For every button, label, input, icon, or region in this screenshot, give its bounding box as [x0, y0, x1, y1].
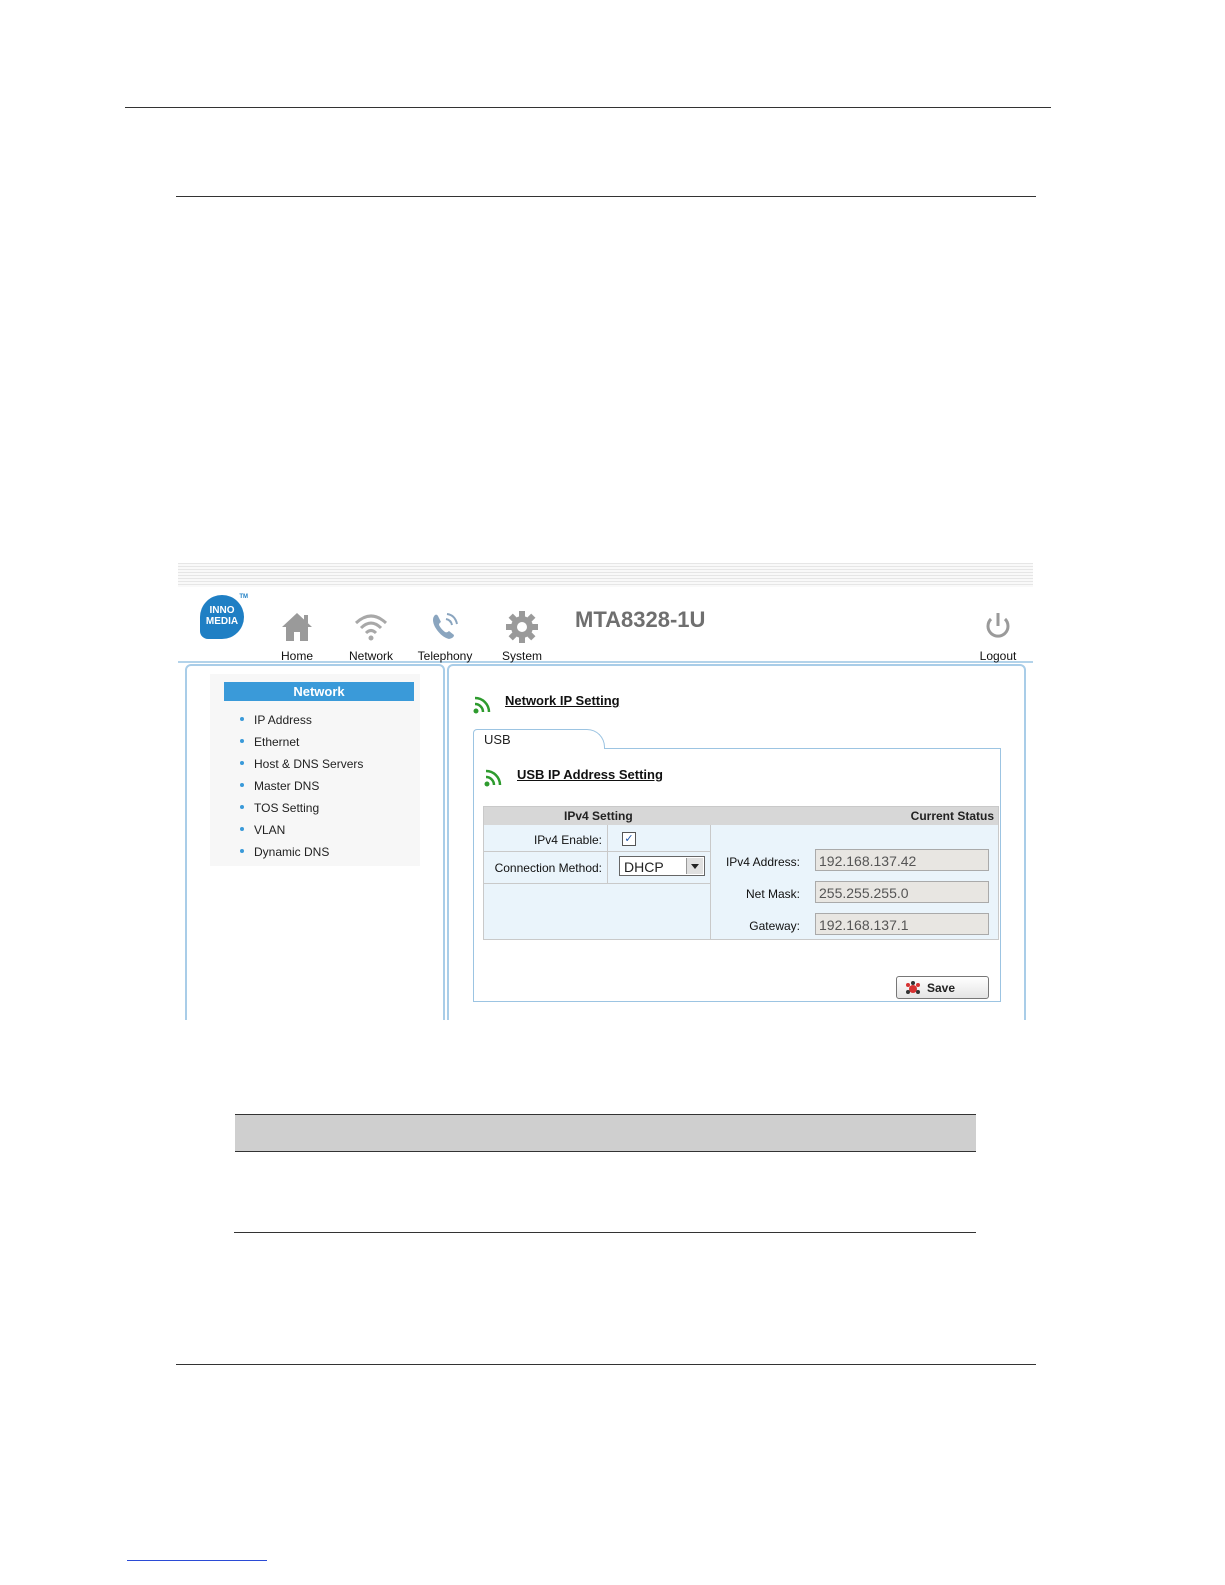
label-divider	[607, 825, 608, 883]
power-icon	[986, 613, 1010, 638]
save-button-label: Save	[927, 981, 956, 995]
nav-home-label: Home	[280, 649, 313, 663]
chevron-down-icon[interactable]	[686, 858, 703, 874]
nav-telephony[interactable]: Telephony	[414, 605, 476, 663]
ipv4-address-field: 192.168.137.42	[815, 849, 989, 871]
sidebar-item-ethernet[interactable]: Ethernet	[234, 734, 363, 756]
save-button[interactable]: Save	[896, 976, 989, 999]
sidebar-item-ip-address[interactable]: IP Address	[234, 712, 363, 734]
nav-system-label: System	[501, 649, 542, 663]
gateway-field: 192.168.137.1	[815, 913, 989, 935]
header-ipv4-setting: IPv4 Setting	[564, 809, 633, 823]
connection-method-select[interactable]: DHCP	[619, 856, 705, 876]
sidebar-item-host-dns-servers[interactable]: Host & DNS Servers	[234, 756, 363, 778]
sidebar-item-tos-setting[interactable]: TOS Setting	[234, 800, 363, 822]
gateway-label: Gateway:	[749, 919, 800, 933]
page-footer-rule	[176, 1364, 1036, 1365]
ipv4-enable-checkbox[interactable]: ✓	[622, 832, 636, 846]
table-header: IPv4 Setting Current Status	[484, 807, 998, 825]
page-header-rule	[125, 107, 1051, 108]
row-divider	[484, 883, 710, 884]
sidebar-title: Network	[224, 682, 414, 701]
save-icon	[906, 981, 920, 994]
rss-icon	[484, 769, 502, 787]
tab-panel-usb: USB IP Address Setting IPv4 Setting Curr…	[473, 748, 1001, 1002]
document-table-header	[235, 1114, 976, 1152]
nav-logout[interactable]: Logout	[974, 605, 1022, 663]
tab-usb[interactable]: USB	[473, 729, 605, 749]
header-current-status: Current Status	[910, 809, 994, 823]
logo-text: INNO MEDIA	[205, 605, 239, 627]
nav-system[interactable]: System	[498, 605, 546, 663]
main-content-panel: Network IP Setting USB USB IP Address Se…	[447, 664, 1026, 1020]
nav-home[interactable]: Home	[278, 605, 316, 663]
sidebar-item-master-dns[interactable]: Master DNS	[234, 778, 363, 800]
wifi-icon	[354, 614, 388, 641]
net-mask-field: 255.255.255.0	[815, 881, 989, 903]
section-title: USB IP Address Setting	[517, 767, 663, 782]
nav-network-label: Network	[348, 649, 393, 663]
home-icon	[282, 613, 312, 641]
sidebar-panel: Network IP Address Ethernet Host & DNS S…	[185, 664, 445, 1020]
nav-network[interactable]: Network	[344, 605, 398, 663]
sidebar-item-vlan[interactable]: VLAN	[234, 822, 363, 844]
connection-method-value: DHCP	[624, 859, 664, 875]
nav-telephony-label: Telephony	[417, 649, 473, 663]
top-stripe	[178, 563, 1033, 587]
footer-link-underline	[127, 1560, 267, 1561]
document-table	[235, 1114, 976, 1152]
ip-settings-table: IPv4 Setting Current Status IPv4 Enable:…	[483, 806, 999, 940]
ipv4-address-label: IPv4 Address:	[725, 855, 800, 869]
sidebar-menu: IP Address Ethernet Host & DNS Servers M…	[234, 712, 363, 866]
phone-icon	[433, 613, 458, 639]
section-top-rule	[176, 196, 1036, 197]
sidebar-menu-box: Network IP Address Ethernet Host & DNS S…	[210, 674, 420, 866]
device-model-title: MTA8328-1U	[575, 607, 706, 632]
rss-icon	[473, 696, 491, 714]
page-title: Network IP Setting	[505, 693, 620, 708]
gear-icon	[506, 611, 538, 643]
row-divider	[484, 851, 710, 852]
screenshot-figure: INNO MEDIA TM Home Network Telephony Sys…	[178, 563, 1033, 1020]
connection-method-label: Connection Method:	[494, 861, 602, 875]
ipv4-enable-label: IPv4 Enable:	[533, 833, 602, 847]
innomedia-logo: INNO MEDIA TM	[200, 594, 248, 639]
document-table-bottom-rule	[234, 1232, 976, 1233]
nav-logout-label: Logout	[979, 649, 1017, 663]
sidebar-item-dynamic-dns[interactable]: Dynamic DNS	[234, 844, 363, 866]
top-navigation-bar: INNO MEDIA TM Home Network Telephony Sys…	[178, 587, 1033, 663]
net-mask-label: Net Mask:	[745, 887, 800, 901]
logo-trademark: TM	[239, 594, 248, 600]
